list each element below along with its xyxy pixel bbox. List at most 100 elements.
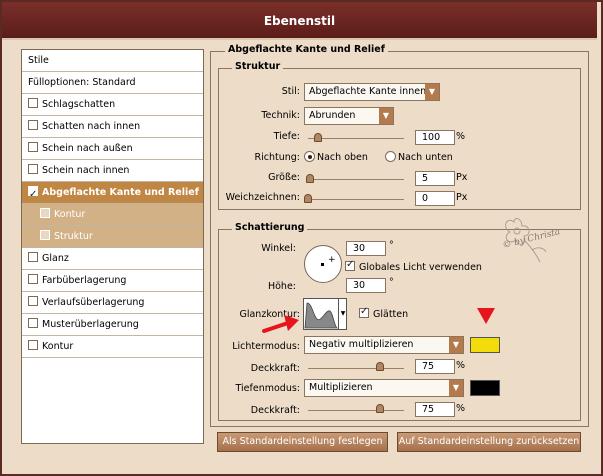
sidebar-item-checkbox[interactable] <box>28 340 38 350</box>
sidebar-item-checkbox[interactable] <box>28 98 38 108</box>
shadow-color-swatch[interactable] <box>470 380 500 396</box>
sidebar-item[interactable]: Fülloptionen: Standard <box>22 72 203 94</box>
annotation-red-triangle-icon <box>476 307 496 325</box>
sidebar-item-label: Farbüberlagerung <box>42 275 127 286</box>
highlight-mode-select[interactable]: Negativ multiplizieren <box>304 336 464 354</box>
sidebar-item-label: Schein nach außen <box>42 143 133 154</box>
altitude-label: Höhe: <box>267 281 296 292</box>
styles-sidebar: Stile Fülloptionen: Standard Schlagschatte… <box>21 49 204 444</box>
sidebar-item-checkbox[interactable] <box>40 230 50 240</box>
sidebar-item-label: Struktur <box>54 231 93 242</box>
chevron-down-icon[interactable]: ▼ <box>338 299 347 329</box>
annotation-red-arrow-icon <box>262 312 302 336</box>
chevron-down-icon <box>425 84 439 100</box>
soften-input[interactable]: 0 <box>415 191 455 206</box>
direction-down-option[interactable]: Nach unten <box>385 151 453 163</box>
sidebar-item-checkbox[interactable] <box>28 252 38 262</box>
antialias-option[interactable]: Glätten <box>359 306 409 320</box>
sidebar-item[interactable]: Abgeflachte Kante und Relief <box>22 182 203 204</box>
sidebar-item[interactable]: Glanz <box>22 248 203 270</box>
technique-select[interactable]: Abrunden <box>304 107 394 125</box>
size-slider-thumb[interactable] <box>305 174 314 183</box>
sidebar-item-label: Fülloptionen: Standard <box>28 77 136 88</box>
size-unit: Px <box>456 172 468 183</box>
depth-slider-thumb[interactable] <box>313 133 322 142</box>
global-light-label: Globales Licht verwenden <box>359 262 482 273</box>
sidebar-item-checkbox[interactable] <box>28 120 38 130</box>
sidebar-item[interactable]: Verlaufsüberlagerung <box>22 292 203 314</box>
sidebar-item-label: Abgeflachte Kante und Relief <box>42 187 199 198</box>
dialog-title: Ebenenstil <box>2 2 597 40</box>
watermark-signature: © by Christa <box>496 214 568 270</box>
depth-input[interactable]: 100 <box>415 130 455 145</box>
angle-input[interactable]: 30 <box>346 241 386 256</box>
sidebar-item-checkbox[interactable] <box>28 274 38 284</box>
sidebar-item-checkbox[interactable] <box>40 208 50 218</box>
sidebar-item[interactable]: Struktur <box>22 226 203 248</box>
highlight-opacity-thumb[interactable] <box>376 362 384 371</box>
angle-dial-center <box>321 263 324 266</box>
sidebar-item[interactable]: Kontur <box>22 336 203 358</box>
highlight-opacity-label: Deckkraft: <box>250 363 300 374</box>
sidebar-item-label: Glanz <box>42 253 69 264</box>
reset-default-button[interactable]: Auf Standardeinstellung zurücksetzen <box>397 432 581 452</box>
chevron-down-icon <box>449 337 463 353</box>
soften-slider-track[interactable] <box>308 199 404 200</box>
direction-up-option[interactable]: Nach oben <box>304 151 368 163</box>
sidebar-item[interactable]: Kontur <box>22 204 203 226</box>
sidebar-item[interactable]: Schatten nach innen <box>22 116 203 138</box>
antialias-label: Glätten <box>373 309 409 320</box>
highlight-opacity-input[interactable]: 75 <box>415 359 455 374</box>
sidebar-item[interactable]: Schein nach außen <box>22 138 203 160</box>
angle-label: Winkel: <box>261 243 296 254</box>
depth-label: Tiefe: <box>273 131 300 142</box>
chevron-down-icon <box>379 108 393 124</box>
sidebar-item-checkbox[interactable] <box>28 142 38 152</box>
sidebar-item-label: Verlaufsüberlagerung <box>42 297 145 308</box>
bevel-group-title: Abgeflachte Kante und Relief <box>225 44 388 55</box>
highlight-color-swatch[interactable] <box>470 337 500 353</box>
make-default-button[interactable]: Als Standardeinstellung festlegen <box>217 432 388 452</box>
global-light-option[interactable]: Globales Licht verwenden <box>345 259 482 273</box>
technique-select-value: Abrunden <box>309 110 356 121</box>
sidebar-item[interactable]: Schein nach innen <box>22 160 203 182</box>
size-input[interactable]: 5 <box>415 171 455 186</box>
shadow-opacity-input[interactable]: 75 <box>415 402 455 417</box>
sidebar-item-checkbox[interactable] <box>28 318 38 328</box>
sidebar-item[interactable]: Musterüberlagerung <box>22 314 203 336</box>
sidebar-item-label: Schlagschatten <box>42 99 116 110</box>
antialias-checkbox[interactable] <box>359 306 369 318</box>
sidebar-item[interactable]: Schlagschatten <box>22 94 203 116</box>
sidebar-item[interactable]: Farbüberlagerung <box>22 270 203 292</box>
soften-slider-thumb[interactable] <box>304 194 312 203</box>
shadow-opacity-track[interactable] <box>308 410 404 411</box>
direction-down-radio[interactable] <box>385 151 396 162</box>
direction-down-label: Nach unten <box>398 152 453 163</box>
direction-up-radio[interactable] <box>304 151 315 162</box>
sidebar-item-label: Musterüberlagerung <box>42 319 139 330</box>
shadow-opacity-unit: % <box>456 403 466 414</box>
sidebar-item-label: Stile <box>28 55 49 66</box>
size-label: Größe: <box>268 172 300 183</box>
depth-slider-track[interactable] <box>308 138 404 139</box>
technique-label: Technik: <box>261 110 300 121</box>
global-light-checkbox[interactable] <box>345 259 355 271</box>
sidebar-item[interactable]: Stile <box>22 50 203 72</box>
style-select[interactable]: Abgeflachte Kante innen <box>304 83 440 101</box>
gloss-contour-picker[interactable]: ▼ <box>303 298 347 330</box>
shadow-opacity-label: Deckkraft: <box>250 405 300 416</box>
sidebar-item-checkbox[interactable] <box>28 164 38 174</box>
highlight-mode-label: Lichtermodus: <box>232 341 300 352</box>
crosshair-icon: + <box>328 255 336 265</box>
shadow-mode-value: Multiplizieren <box>309 382 373 393</box>
shadow-opacity-thumb[interactable] <box>376 404 384 413</box>
altitude-input[interactable]: 30 <box>346 278 386 293</box>
direction-label: Richtung: <box>254 152 300 163</box>
size-slider-track[interactable] <box>308 179 404 180</box>
shadow-mode-select[interactable]: Multiplizieren <box>304 379 464 397</box>
highlight-opacity-track[interactable] <box>308 368 404 369</box>
sidebar-item-checkbox[interactable] <box>28 296 38 306</box>
sidebar-item-label: Schein nach innen <box>42 165 130 176</box>
sidebar-item-checkbox[interactable] <box>28 184 38 203</box>
angle-dial[interactable]: + <box>304 245 342 283</box>
